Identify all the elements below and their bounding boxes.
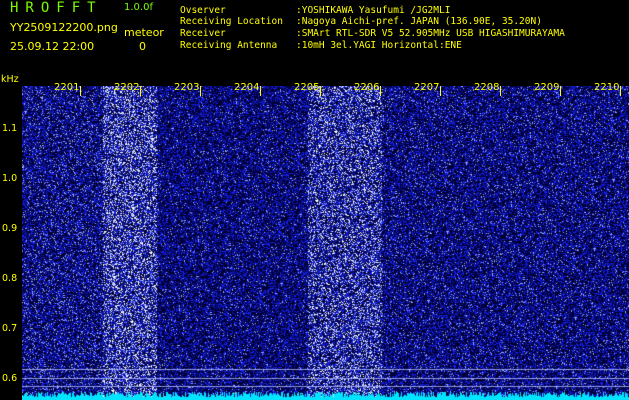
x-tick-label: 2203 [174, 82, 200, 93]
minute-marker [560, 86, 561, 96]
x-tick-label: 2202 [114, 82, 140, 93]
x-tick-label: 2204 [234, 82, 260, 93]
minute-marker [260, 86, 261, 96]
info-key-receiver: Receiver [180, 28, 226, 39]
minute-marker [320, 86, 321, 96]
x-tick-label: 2210 [594, 82, 620, 93]
y-tick-label: 1.0 [2, 173, 18, 184]
x-tick-label: 2208 [474, 82, 500, 93]
info-key-location: Receiving Location [180, 16, 283, 27]
minute-marker [80, 86, 81, 96]
y-tick-label: 0.6 [2, 373, 18, 384]
info-key-antenna: Receiving Antenna [180, 40, 278, 51]
info-value-location: :Nagoya Aichi-pref. JAPAN (136.90E, 35.2… [296, 16, 542, 27]
x-tick-label: 2207 [414, 82, 440, 93]
image-filename: YY2509122200.png [10, 21, 118, 34]
y-tick-label: 0.8 [2, 273, 18, 284]
info-value-receiver: :SMArt RTL-SDR V5 52.905MHz USB HIGASHIM… [296, 28, 565, 39]
minute-marker [380, 86, 381, 96]
info-value-observer: :YOSHIKAWA Yasufumi /JG2MLI [296, 5, 451, 16]
x-tick-label: 2206 [354, 82, 380, 93]
info-key-observer: Ovserver [180, 5, 226, 16]
app-brand: HROFFT [10, 0, 103, 16]
minute-marker [440, 86, 441, 96]
waterfall-spectrogram [22, 86, 629, 400]
capture-datetime: 25.09.12 22:00 [10, 40, 95, 53]
app-version: 1.0.0f [124, 2, 153, 13]
x-tick-label: 2201 [54, 82, 80, 93]
x-tick-label: 2209 [534, 82, 560, 93]
y-tick-label: 0.9 [2, 223, 18, 234]
x-tick-label: 2205 [294, 82, 320, 93]
meteor-count: 0 [139, 40, 146, 53]
minute-marker [140, 86, 141, 96]
y-tick-label: 0.7 [2, 323, 18, 334]
minute-marker [500, 86, 501, 96]
info-value-antenna: :10mH 3el.YAGI Horizontal:ENE [296, 40, 462, 51]
minute-marker [620, 86, 621, 96]
y-axis-unit: kHz [1, 74, 19, 85]
minute-marker [200, 86, 201, 96]
y-tick-label: 1.1 [2, 123, 18, 134]
meteor-label: meteor [124, 26, 164, 39]
